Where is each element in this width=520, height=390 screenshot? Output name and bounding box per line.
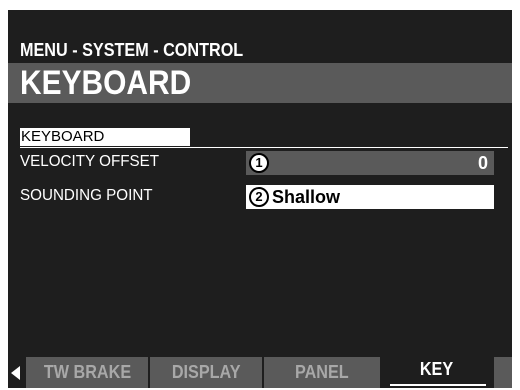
section-label: KEYBOARD [20,128,190,146]
breadcrumb: MENU - SYSTEM - CONTROL [20,40,244,60]
tab-tw-brake[interactable]: TW BRAKE [26,357,148,388]
number-2-badge: 2 [249,187,269,207]
tab-key[interactable]: KEY [382,357,492,388]
velocity-offset-value: 0 [477,153,488,173]
tab-bar: TW BRAKE DISPLAY PANEL KEY [8,355,512,388]
tab-panel[interactable]: PANEL [264,357,380,388]
title-bar: KEYBOARD [8,63,512,103]
section-divider [20,147,508,148]
tab-overflow[interactable] [494,357,512,388]
velocity-offset-label: VELOCITY OFFSET [20,153,160,170]
selected-tab-underline [390,384,486,386]
screen: MENU - SYSTEM - CONTROL KEYBOARD KEYBOAR… [8,10,512,388]
sounding-point-value: Shallow [272,187,341,207]
page-title: KEYBOARD [20,64,192,102]
left-arrow-icon[interactable] [11,366,20,380]
number-1-badge: 1 [249,153,269,173]
sounding-point-label: SOUNDING POINT [20,187,153,204]
tab-display[interactable]: DISPLAY [150,357,262,388]
sounding-point-field[interactable]: 2 Shallow [246,185,494,209]
velocity-offset-field[interactable]: 1 0 [246,151,494,175]
